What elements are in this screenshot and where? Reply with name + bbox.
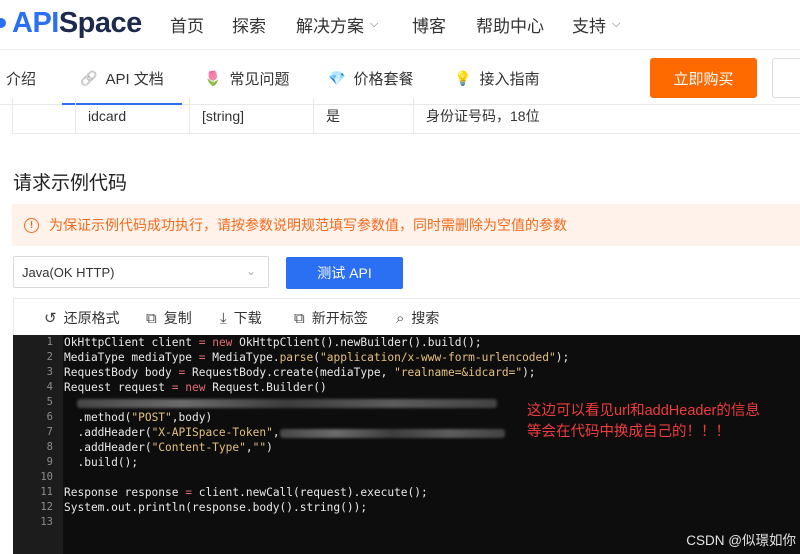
chevron-down-icon: ⌄ (245, 264, 256, 278)
restore-format-button[interactable]: ↺ 还原格式 (44, 299, 120, 337)
restore-format-label: 还原格式 (63, 310, 120, 326)
search-label: 搜索 (411, 310, 440, 326)
diamond-icon: 💎 (328, 69, 346, 86)
code-line: .addHeader("Content-Type","") (64, 441, 273, 454)
line-number: 13 (40, 516, 53, 528)
nav-support[interactable]: 支持 ⌵ (572, 12, 620, 37)
annotation-note: 这边可以看见url和addHeader的信息 等会在代码中换成自己的！！！ (527, 401, 760, 443)
bulb-icon: 💡 (454, 69, 472, 86)
tab-api-docs[interactable]: 🔗 API 文档 (62, 51, 182, 105)
nav-home[interactable]: 首页 (170, 12, 204, 37)
nav-help-center[interactable]: 帮助中心 (476, 12, 544, 37)
restore-icon: ↺ (44, 310, 57, 327)
line-number: 6 (46, 411, 53, 423)
redacted-url (77, 398, 498, 408)
secondary-button[interactable] (772, 58, 800, 98)
external-link-icon: ⧉ (294, 309, 305, 327)
tab-api-docs-label: API 文档 (105, 70, 164, 88)
tab-faq[interactable]: 🌷 常见问题 (204, 51, 289, 105)
buy-now-button[interactable]: 立即购买 (650, 58, 757, 98)
tab-pricing-label: 价格套餐 (353, 70, 414, 88)
line-number: 10 (40, 471, 53, 483)
line-number: 2 (46, 351, 53, 363)
line-number: 12 (40, 501, 53, 513)
logo-mark-icon (0, 18, 6, 28)
download-label: 下载 (233, 310, 262, 326)
param-table-row: idcard [string] 是 身份证号码，18位 (12, 98, 800, 134)
line-number: 8 (46, 441, 53, 453)
line-number: 5 (46, 396, 53, 408)
search-button[interactable]: ⌕ 搜索 (396, 299, 439, 337)
open-new-tab-label: 新开标签 (311, 310, 368, 326)
code-line: .build(); (64, 456, 139, 469)
logo-api: API (12, 6, 59, 39)
tab-intro[interactable]: 介绍 (6, 51, 36, 105)
code-line: Response response = client.newCall(reque… (64, 486, 428, 499)
line-number: 3 (46, 366, 53, 378)
param-name: idcard (75, 98, 189, 134)
section-title: 请求示例代码 (13, 173, 128, 194)
logo-space: Space (58, 6, 142, 39)
code-line-redacted (64, 396, 498, 409)
code-toolbar: ↺ 还原格式 ⧉ 复制 ⤓ 下载 ⧉ 新开标签 ⌕ 搜索 (13, 298, 800, 336)
api-tab-bar: 介绍 🔗 API 文档 🌷 常见问题 💎 价格套餐 💡 接入指南 立即购买 (0, 51, 800, 105)
warning-icon: ! (24, 217, 39, 233)
redacted-token (279, 428, 505, 438)
code-line: System.out.println(response.body().strin… (64, 501, 368, 514)
nav-blog-label: 博客 (412, 17, 446, 36)
tab-pricing[interactable]: 💎 价格套餐 (328, 51, 413, 105)
open-new-tab-button[interactable]: ⧉ 新开标签 (294, 299, 368, 337)
line-number: 4 (46, 381, 53, 393)
tab-intro-label: 介绍 (6, 70, 37, 88)
top-nav: API Space 首页 探索 解决方案 ⌵ 博客 帮助中心 支持 ⌵ (0, 0, 800, 50)
copy-label: 复制 (163, 310, 192, 326)
nav-blog[interactable]: 博客 (412, 12, 446, 37)
code-line: RequestBody body = RequestBody.create(me… (64, 366, 536, 379)
code-line: Request request = new Request.Builder() (64, 381, 327, 394)
search-icon: ⌕ (396, 309, 405, 327)
link-icon: 🔗 (80, 69, 98, 86)
chevron-down-icon: ⌵ (370, 18, 379, 30)
param-description: 身份证号码，18位 (413, 98, 800, 134)
code-line: .method("POST",body) (64, 411, 213, 424)
line-number: 1 (46, 336, 53, 348)
language-select[interactable]: Java(OK HTTP) ⌄ (13, 256, 269, 288)
line-number: 7 (46, 426, 53, 438)
tab-faq-label: 常见问题 (229, 70, 290, 88)
code-line: MediaType mediaType = MediaType.parse("a… (64, 351, 570, 364)
tab-guide-label: 接入指南 (479, 70, 540, 88)
nav-solutions-label: 解决方案 (296, 17, 364, 36)
line-number: 11 (40, 486, 53, 498)
chevron-down-icon: ⌵ (612, 18, 621, 30)
csdn-watermark: CSDN @似璟如你 (686, 533, 796, 548)
warning-alert: ! 为保证示例代码成功执行，请按参数说明规范填写参数值，同时需删除为空值的参数 (12, 204, 800, 246)
test-api-button[interactable]: 测试 API (286, 257, 403, 289)
param-type: [string] (189, 98, 313, 134)
language-select-value: Java(OK HTTP) (22, 264, 115, 280)
nav-solutions[interactable]: 解决方案 ⌵ (296, 12, 378, 37)
tab-guide[interactable]: 💡 接入指南 (454, 51, 539, 105)
annotation-line-2: 等会在代码中换成自己的！！！ (527, 424, 730, 440)
line-number: 9 (46, 456, 53, 468)
flower-icon: 🌷 (204, 69, 222, 86)
annotation-line-1: 这边可以看见url和addHeader的信息 (527, 403, 760, 419)
download-button[interactable]: ⤓ 下载 (220, 299, 262, 337)
param-required: 是 (313, 98, 413, 134)
apispace-logo[interactable]: API Space (0, 6, 142, 40)
copy-button[interactable]: ⧉ 复制 (146, 299, 192, 337)
nav-support-label: 支持 (572, 17, 606, 36)
nav-explore-label: 探索 (232, 17, 266, 36)
code-line: .addHeader("X-APISpace-Token", (64, 426, 505, 439)
code-line: OkHttpClient client = new OkHttpClient()… (64, 336, 482, 349)
warning-text: 为保证示例代码成功执行，请按参数说明规范填写参数值，同时需删除为空值的参数 (49, 217, 567, 233)
nav-explore[interactable]: 探索 (232, 12, 266, 37)
download-icon: ⤓ (220, 309, 227, 327)
nav-help-label: 帮助中心 (476, 17, 544, 36)
copy-icon: ⧉ (146, 309, 157, 327)
code-editor[interactable]: 1 2 3 4 5 6 7 8 9 10 11 12 13 OkHttpClie… (13, 335, 800, 554)
nav-home-label: 首页 (170, 17, 204, 36)
